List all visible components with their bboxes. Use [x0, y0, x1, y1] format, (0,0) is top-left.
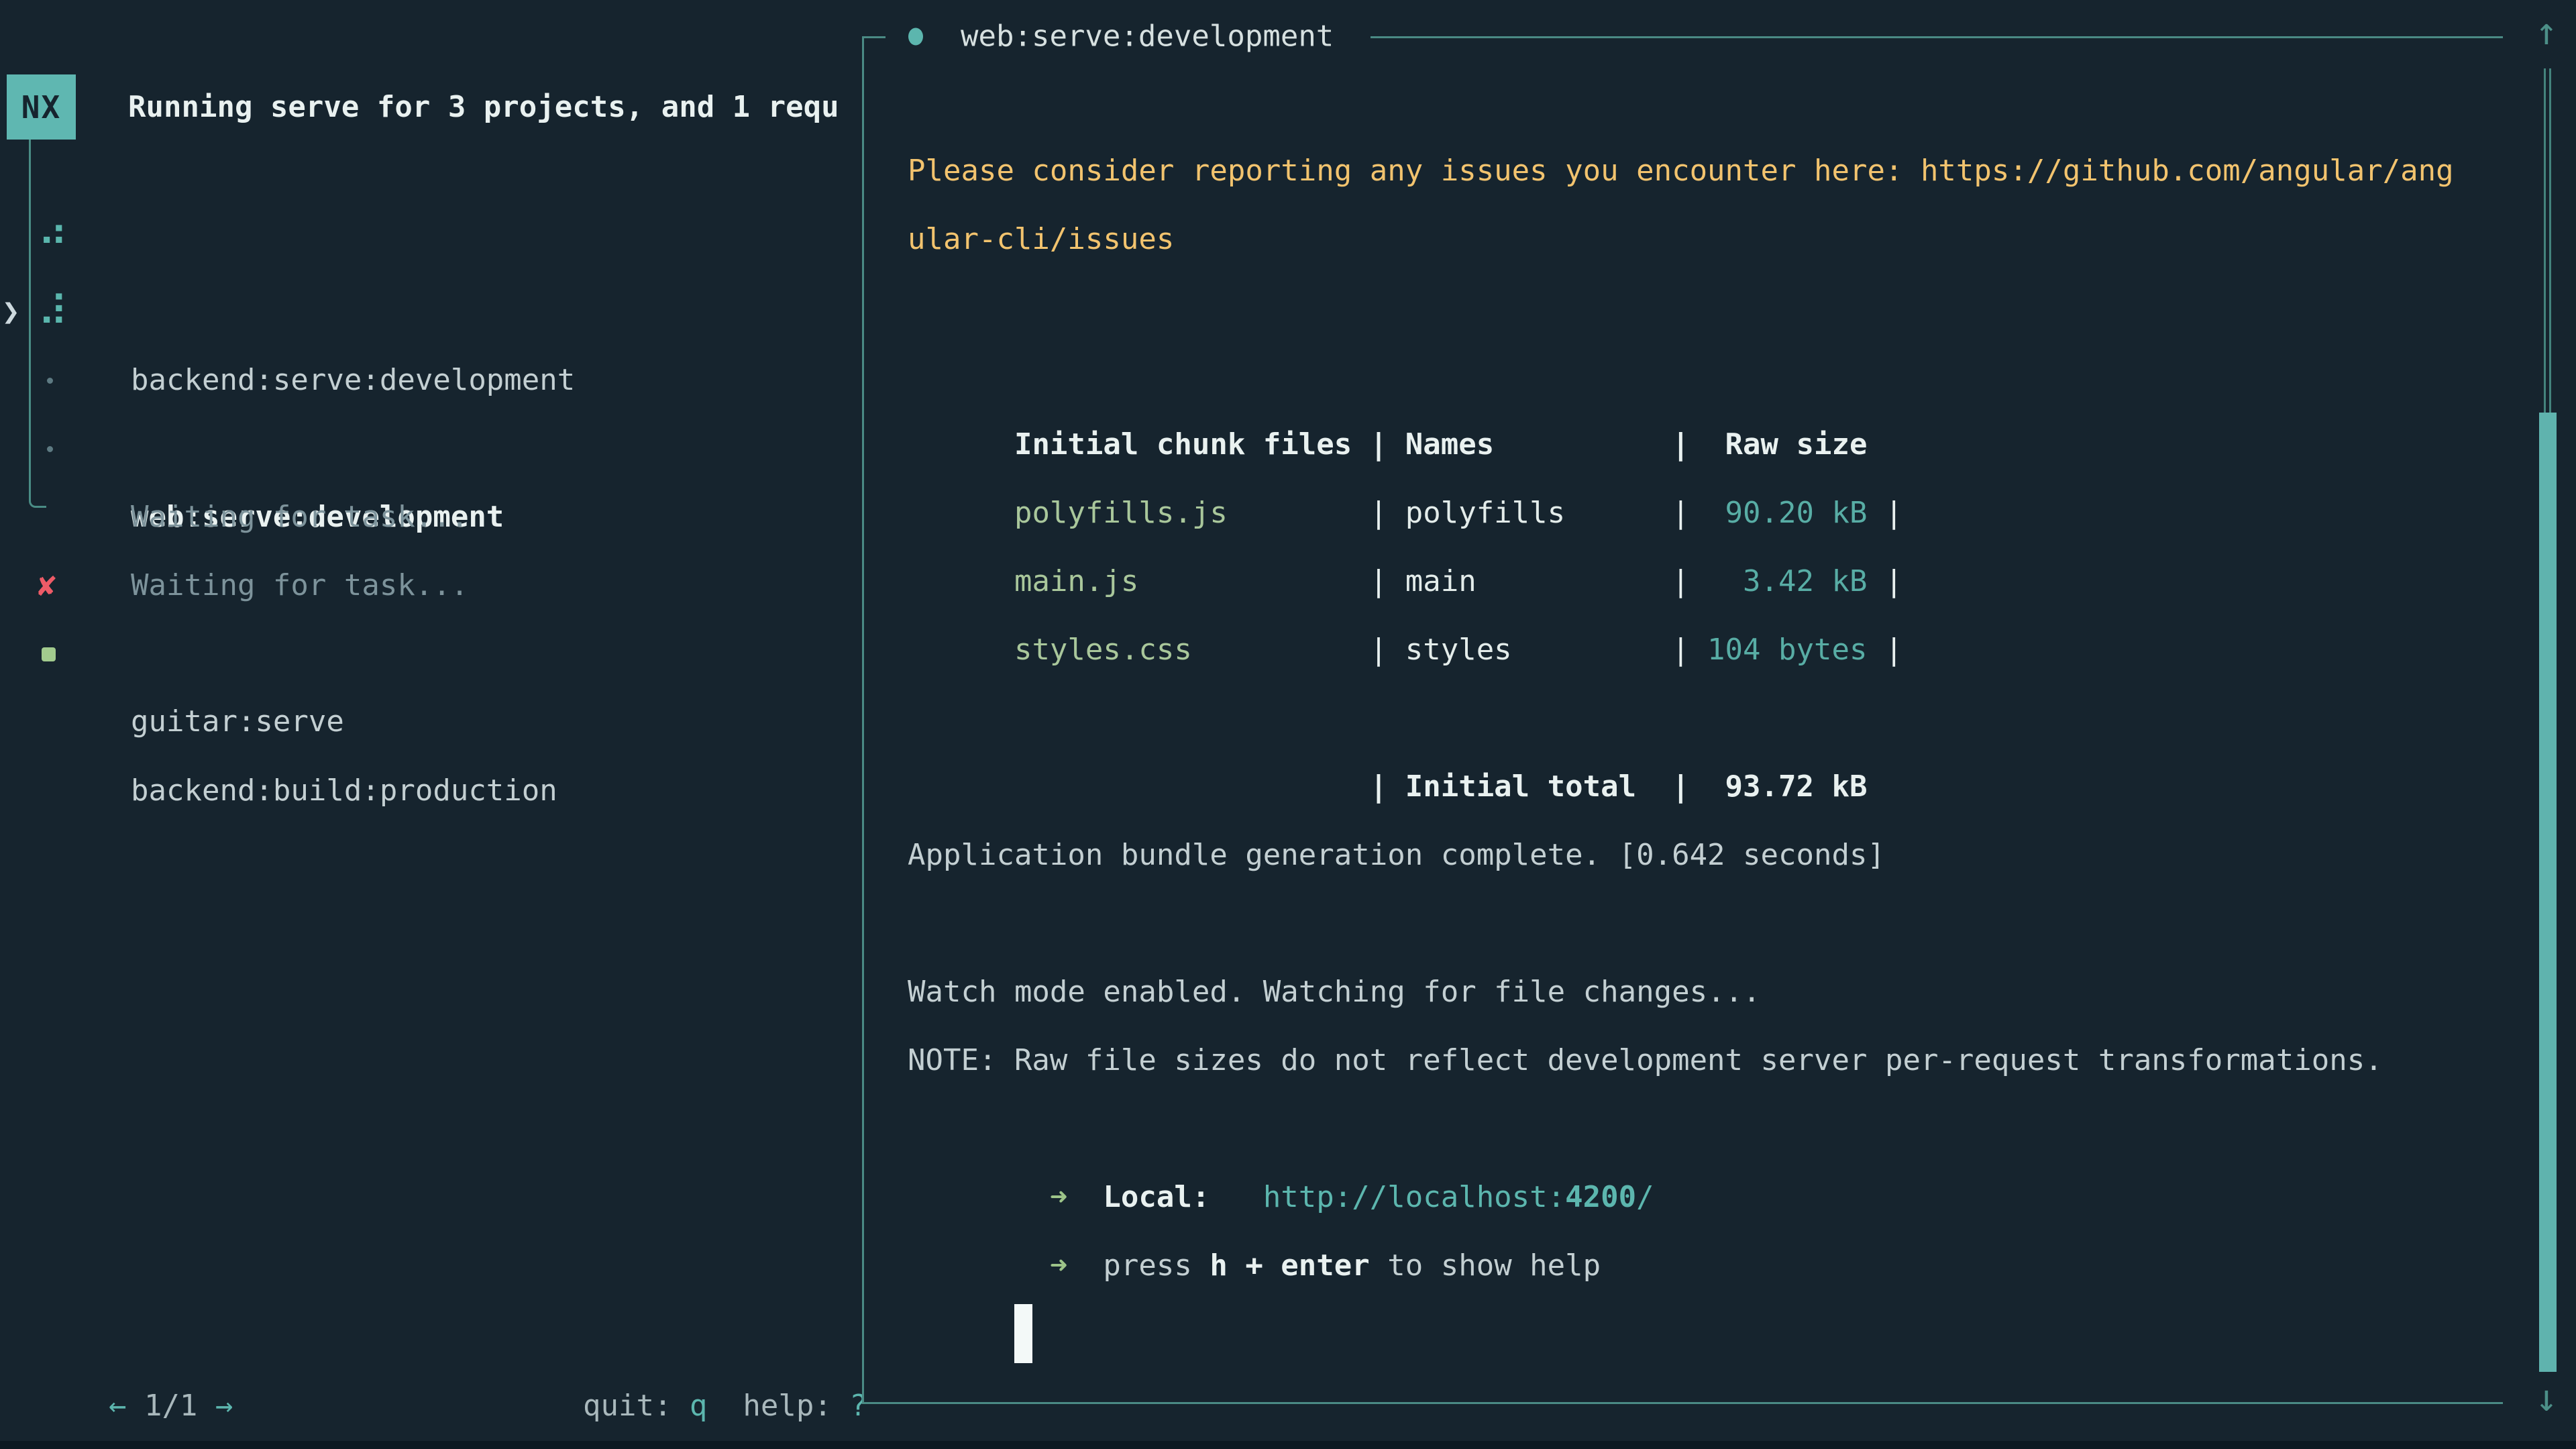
task-row-backend-build[interactable]: backend:build:production [0, 620, 862, 688]
cell-size: 90.20 kB [1690, 479, 1868, 547]
cell-file: styles.css [1014, 616, 1370, 684]
warning-line-2: ular-cli/issues [908, 205, 2503, 274]
pipe-separator: | [1672, 633, 1690, 667]
help-hint-keys: h + enter [1210, 1248, 1369, 1283]
cell-name: main [1405, 547, 1672, 616]
task-row-waiting-1[interactable]: Waiting for task... [0, 346, 862, 415]
task-label: Waiting for task... [131, 483, 468, 551]
task-label: backend:build:production [131, 757, 557, 825]
bottom-edge [0, 1441, 2576, 1449]
selected-caret-icon: ❯ [2, 278, 20, 346]
keyboard-shortcuts: quit:qhelp:? [512, 1303, 862, 1372]
task-row-guitar-serve[interactable]: ✘ guitar:serve [0, 551, 862, 619]
header-size-col: Raw size [1690, 411, 1868, 479]
pipe-separator: | [1885, 633, 1903, 667]
header-name-col: Names [1405, 411, 1672, 479]
waiting-dot-icon [47, 446, 53, 452]
error-x-icon: ✘ [38, 551, 56, 619]
local-url-line: ➜Local:http://localhost:4200/ [908, 1095, 2503, 1163]
task-row-backend-serve[interactable]: ⠚ backend:serve:development [0, 209, 862, 278]
note-message: NOTE: Raw file sizes do not reflect deve… [908, 1026, 2503, 1095]
pipe-separator: | [1885, 564, 1903, 598]
arrow-icon: ➜ [1050, 1248, 1068, 1283]
panel-title: web:serve:development [885, 13, 1371, 60]
task-row-waiting-2[interactable]: Waiting for task... [0, 415, 862, 483]
pipe-separator: | [1370, 564, 1388, 598]
task-label: guitar:serve [131, 688, 344, 756]
local-url[interactable]: http://localhost:4200/ [1263, 1180, 1654, 1214]
panel-title-text: web:serve:development [961, 19, 1334, 54]
cell-name: styles [1405, 616, 1672, 684]
help-hint-post: to show help [1370, 1248, 1601, 1283]
output-panel: web:serve:development Please consider re… [862, 36, 2503, 1404]
cell-name: polyfills [1405, 479, 1672, 547]
success-square-icon [42, 647, 56, 661]
table-header: Initial chunk files|Names|Raw size [908, 342, 2503, 411]
watch-message: Watch mode enabled. Watching for file ch… [908, 958, 2503, 1026]
terminal-output: Please consider reporting any issues you… [908, 137, 2503, 1300]
pipe-separator: | [1370, 496, 1388, 530]
cell-file: polyfills.js [1014, 479, 1370, 547]
task-row-web-serve[interactable]: ❯ ⠼ web:serve:development [0, 278, 862, 346]
pipe-separator: | [1370, 769, 1388, 804]
page-indicator: 1/1 [144, 1389, 197, 1423]
pipe-separator: | [1672, 427, 1690, 462]
scrollbar-down-icon[interactable]: ↓ [2528, 1372, 2565, 1426]
shortcut-quit-key: q [690, 1389, 708, 1423]
help-hint-pre: press [1103, 1248, 1210, 1283]
sidebar-title: Running serve for 3 projects, and 1 requ [128, 73, 839, 142]
pipe-separator: | [1370, 633, 1388, 667]
shortcut-help-key: ? [849, 1389, 862, 1423]
scrollbar-track[interactable] [2544, 68, 2551, 413]
warning-line-1: Please consider reporting any issues you… [908, 137, 2503, 205]
pipe-separator: | [1672, 564, 1690, 598]
shortcut-help-label: help: [743, 1389, 831, 1423]
local-label: Local: [1103, 1180, 1210, 1214]
spinner-icon: ⠼ [38, 278, 68, 346]
prev-page-arrow[interactable]: ← [109, 1389, 127, 1423]
cell-size: 104 bytes [1690, 616, 1868, 684]
blank-line [908, 274, 2503, 342]
cell-file: main.js [1014, 547, 1370, 616]
nx-tui-screen: { "colors": { "background": "#16242e", "… [0, 0, 2576, 1449]
header-file-col: Initial chunk files [1014, 411, 1370, 479]
pipe-separator: | [1885, 496, 1903, 530]
pipe-separator: | [1370, 427, 1388, 462]
spinner-icon: ⠚ [38, 209, 68, 278]
arrow-icon: ➜ [1050, 1180, 1068, 1214]
total-size: 93.72 kB [1690, 753, 1868, 821]
waiting-dot-icon [47, 378, 53, 384]
shortcut-quit-label: quit: [583, 1389, 672, 1423]
table-total-row: |Initial total|93.72 kB [908, 684, 2503, 753]
blank-line [908, 890, 2503, 958]
task-sidebar: NX Running serve for 3 projects, and 1 r… [0, 0, 862, 1449]
pipe-separator: | [1672, 496, 1690, 530]
status-bullet-icon [908, 28, 923, 45]
scrollbar-thumb[interactable] [2539, 413, 2557, 1372]
pipe-separator: | [1672, 769, 1690, 804]
complete-message: Application bundle generation complete. … [908, 821, 2503, 890]
scrollbar-up-icon[interactable]: ↑ [2528, 5, 2565, 59]
nx-logo-badge: NX [7, 74, 76, 140]
next-page-arrow[interactable]: → [215, 1389, 233, 1423]
terminal-cursor [1014, 1304, 1032, 1363]
cell-size: 3.42 kB [1690, 547, 1868, 616]
total-label: Initial total [1405, 753, 1672, 821]
